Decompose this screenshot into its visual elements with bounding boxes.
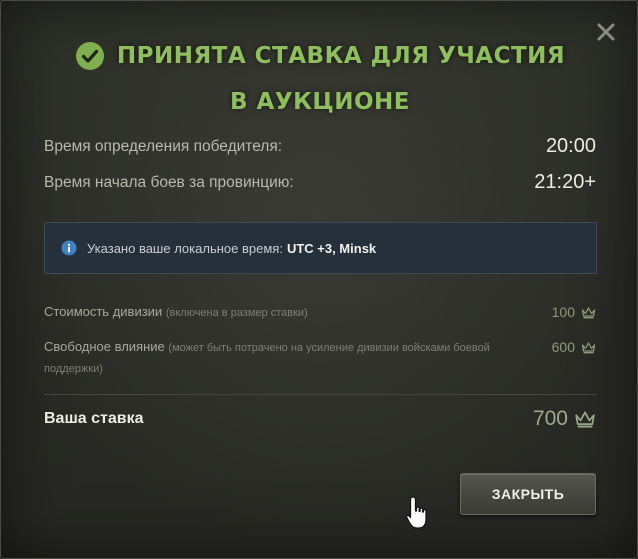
- crown-icon: [581, 341, 596, 354]
- division-cost-value: 100: [551, 304, 575, 320]
- local-time-text: Указано ваше локальное время:: [87, 240, 283, 256]
- division-cost-note: (включена в размер ставки): [165, 307, 308, 319]
- free-influence-row: Свободное влияние (может быть потрачено …: [44, 337, 596, 379]
- division-cost-label: Стоимость дивизии (включена в размер ста…: [44, 302, 308, 323]
- dialog-title: ПРИНЯТА СТАВКА ДЛЯ УЧАСТИЯ В АУКЦИОНЕ: [1, 37, 638, 121]
- free-influence-value: 600: [551, 339, 575, 355]
- divider: [44, 394, 597, 395]
- local-time-info-box: Указано ваше локальное время: UTC +3, Mi…: [44, 222, 597, 274]
- your-bid-value: 700: [532, 407, 568, 430]
- free-influence-title: Свободное влияние: [44, 339, 165, 354]
- title-line-2: В АУКЦИОНЕ: [230, 89, 410, 115]
- division-cost-row: Стоимость дивизии (включена в размер ста…: [44, 302, 596, 323]
- your-bid-label: Ваша ставка: [44, 410, 144, 427]
- winner-time-value: 20:00: [545, 135, 596, 157]
- your-bid-amount: 700: [533, 407, 596, 431]
- free-influence-amount: 600: [552, 337, 596, 357]
- check-circle-icon: [75, 41, 105, 71]
- close-button[interactable]: ЗАКРЫТЬ: [460, 473, 596, 515]
- battle-start-time-label: Время начала боев за провинцию:: [44, 173, 294, 191]
- crown-icon: [581, 306, 596, 319]
- free-influence-label: Свободное влияние (может быть потрачено …: [44, 337, 494, 379]
- auction-bid-dialog: ПРИНЯТА СТАВКА ДЛЯ УЧАСТИЯ В АУКЦИОНЕ Вр…: [0, 0, 638, 559]
- your-bid-row: Ваша ставка 700: [44, 407, 596, 431]
- winner-time-label: Время определения победителя:: [44, 137, 283, 155]
- hand-cursor-icon: [405, 495, 431, 531]
- battle-start-time-value: 21:20+: [534, 171, 596, 193]
- timezone-value: UTC +3, Minsk: [286, 240, 377, 256]
- division-cost-title: Стоимость дивизии: [44, 304, 163, 319]
- crown-icon: [574, 409, 596, 429]
- winner-time-row: Время определения победителя: 20:00: [44, 135, 596, 158]
- battle-start-time-row: Время начала боев за провинцию: 21:20+: [44, 171, 596, 194]
- title-line-1: ПРИНЯТА СТАВКА ДЛЯ УЧАСТИЯ: [116, 43, 566, 69]
- division-cost-amount: 100: [552, 302, 596, 322]
- info-icon: [61, 240, 77, 256]
